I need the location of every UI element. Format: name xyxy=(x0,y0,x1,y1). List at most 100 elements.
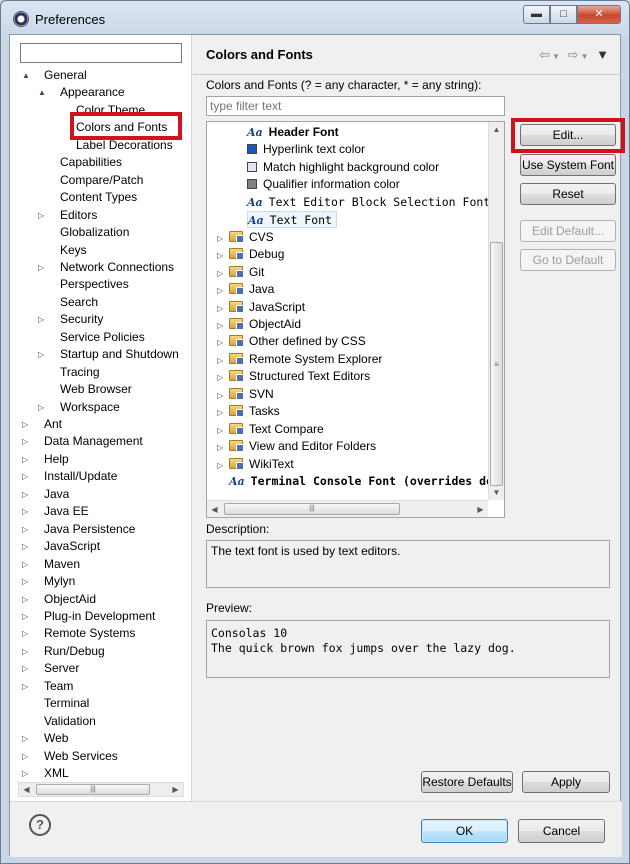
preference-tree-item[interactable]: ▷ Install/Update xyxy=(22,468,117,485)
collapsed-arrow-icon[interactable]: ▷ xyxy=(22,591,32,608)
collapsed-arrow-icon[interactable]: ▷ xyxy=(38,259,48,276)
preference-tree-item[interactable]: ▷ Java xyxy=(22,486,69,503)
collapsed-arrow-icon[interactable]: ▷ xyxy=(22,660,32,677)
collapsed-arrow-icon[interactable]: ▷ xyxy=(22,730,32,747)
collapsed-arrow-icon[interactable]: ▷ xyxy=(217,352,229,369)
collapsed-arrow-icon[interactable]: ▷ xyxy=(217,265,229,282)
collapsed-arrow-icon[interactable]: ▷ xyxy=(22,625,32,642)
collapsed-arrow-icon[interactable]: ▷ xyxy=(22,556,32,573)
preference-tree-item[interactable]: ▷ Editors xyxy=(38,207,97,224)
colors-tree-item[interactable]: ▷ Tasks xyxy=(217,403,280,420)
collapsed-arrow-icon[interactable]: ▷ xyxy=(217,230,229,247)
collapsed-arrow-icon[interactable]: ▷ xyxy=(217,247,229,264)
collapsed-arrow-icon[interactable]: ▷ xyxy=(217,387,229,404)
preference-filter-input[interactable] xyxy=(20,43,182,63)
collapsed-arrow-icon[interactable]: ▷ xyxy=(22,521,32,538)
expanded-arrow-icon[interactable]: ▲ xyxy=(38,84,48,101)
scroll-up-icon[interactable]: ▲ xyxy=(489,122,504,137)
collapsed-arrow-icon[interactable]: ▷ xyxy=(217,369,229,386)
colors-tree-vscroll[interactable]: ▲ ≡ ▼ xyxy=(488,122,504,500)
colors-tree-item[interactable]: Aa Header Font xyxy=(247,124,339,141)
preference-tree-item[interactable]: Search xyxy=(38,294,98,311)
collapsed-arrow-icon[interactable]: ▷ xyxy=(22,451,32,468)
preference-tree-item[interactable]: Perspectives xyxy=(38,276,129,293)
edit-default-button[interactable]: Edit Default... xyxy=(520,220,616,242)
ok-button[interactable]: OK xyxy=(421,819,508,843)
preference-tree-item[interactable]: ▷ Web xyxy=(22,730,68,747)
preference-tree-item[interactable]: ▷ Ant xyxy=(22,416,62,433)
colors-tree-item[interactable]: Match highlight background color xyxy=(247,159,439,176)
collapsed-arrow-icon[interactable]: ▷ xyxy=(22,678,32,695)
collapsed-arrow-icon[interactable]: ▷ xyxy=(22,416,32,433)
collapsed-arrow-icon[interactable]: ▷ xyxy=(22,608,32,625)
preference-tree-item[interactable]: ▷ Workspace xyxy=(38,399,120,416)
colors-tree-item[interactable]: ▷ Git xyxy=(217,264,264,281)
scroll-left-icon[interactable]: ◀ xyxy=(207,502,222,517)
preference-tree-item[interactable]: Tracing xyxy=(38,364,100,381)
preference-tree-item[interactable]: ▷ Team xyxy=(22,678,73,695)
collapsed-arrow-icon[interactable]: ▷ xyxy=(38,399,48,416)
preference-tree-item[interactable]: ▷ Network Connections xyxy=(38,259,174,276)
preference-tree-item[interactable]: ▷ Plug-in Development xyxy=(22,608,155,625)
collapsed-arrow-icon[interactable]: ▷ xyxy=(22,433,32,450)
hscroll-thumb[interactable]: ||| xyxy=(224,503,400,515)
colors-filter-input[interactable] xyxy=(206,96,505,116)
forward-arrow-icon[interactable]: ⇨ xyxy=(568,47,581,62)
preference-tree-item[interactable]: ▷ Security xyxy=(38,311,103,328)
collapsed-arrow-icon[interactable]: ▷ xyxy=(22,573,32,590)
preference-tree-item[interactable]: Validation xyxy=(22,713,96,730)
maximize-button[interactable]: □ xyxy=(550,5,577,24)
collapsed-arrow-icon[interactable]: ▷ xyxy=(22,748,32,765)
colors-tree-item[interactable]: ▷ CVS xyxy=(217,229,274,246)
close-button[interactable]: ✕ xyxy=(577,5,621,24)
colors-tree-item[interactable]: ▷ ObjectAid xyxy=(217,316,301,333)
preference-tree-item[interactable]: ▷ Java EE xyxy=(22,503,89,520)
collapsed-arrow-icon[interactable]: ▷ xyxy=(22,765,32,782)
colors-tree-item[interactable]: Aa Terminal Console Font (overrides de xyxy=(229,473,493,490)
colors-tree-item[interactable]: Qualifier information color xyxy=(247,176,400,193)
help-icon[interactable]: ? xyxy=(29,814,51,836)
colors-tree-item[interactable]: ▷ Java xyxy=(217,281,274,298)
collapsed-arrow-icon[interactable]: ▷ xyxy=(217,282,229,299)
preference-tree-item[interactable]: ▷ Help xyxy=(22,451,69,468)
preference-tree-item[interactable]: Service Policies xyxy=(38,329,145,346)
preference-tree-item[interactable]: Terminal xyxy=(22,695,89,712)
colors-tree-item[interactable]: ▷ View and Editor Folders xyxy=(217,438,376,455)
colors-tree-item[interactable]: ▷ Remote System Explorer xyxy=(217,351,382,368)
collapsed-arrow-icon[interactable]: ▷ xyxy=(217,439,229,456)
collapsed-arrow-icon[interactable]: ▷ xyxy=(38,311,48,328)
colors-tree-item[interactable]: ▷ SVN xyxy=(217,386,274,403)
preference-tree-item[interactable]: ▷ Data Management xyxy=(22,433,143,450)
back-dropdown-icon[interactable]: ▼ xyxy=(552,52,562,61)
colors-tree-item[interactable]: Aa Text Editor Block Selection Font xyxy=(247,194,490,211)
colors-tree-item[interactable]: ▷ Debug xyxy=(217,246,284,263)
forward-dropdown-icon[interactable]: ▼ xyxy=(581,52,591,61)
collapsed-arrow-icon[interactable]: ▷ xyxy=(38,207,48,224)
preference-tree-item[interactable]: ▷ Mylyn xyxy=(22,573,75,590)
collapsed-arrow-icon[interactable]: ▷ xyxy=(22,486,32,503)
collapsed-arrow-icon[interactable]: ▷ xyxy=(22,503,32,520)
preference-tree-item[interactable]: ▷ JavaScript xyxy=(22,538,100,555)
colors-tree-item[interactable]: ▷ WikiText xyxy=(217,456,294,473)
cancel-button[interactable]: Cancel xyxy=(518,819,605,843)
preference-tree-item[interactable]: ▷ Maven xyxy=(22,556,80,573)
scroll-right-icon[interactable]: ▶ xyxy=(473,502,488,517)
collapsed-arrow-icon[interactable]: ▷ xyxy=(217,334,229,351)
vscroll-thumb[interactable]: ≡ xyxy=(490,242,503,486)
preference-tree-item[interactable]: ▷ Run/Debug xyxy=(22,643,105,660)
colors-tree-item[interactable]: ▷ Structured Text Editors xyxy=(217,368,370,385)
collapsed-arrow-icon[interactable]: ▷ xyxy=(38,346,48,363)
preference-tree-item[interactable]: ▷ Java Persistence xyxy=(22,521,135,538)
scroll-right-icon[interactable]: ▶ xyxy=(168,783,183,796)
use-system-font-button[interactable]: Use System Font xyxy=(520,154,616,176)
preference-tree-item[interactable]: Capabilities xyxy=(38,154,122,171)
preference-tree-item[interactable]: ▷ Web Services xyxy=(22,748,118,765)
colors-tree-hscroll[interactable]: ◀ ||| ▶ xyxy=(207,500,488,517)
collapsed-arrow-icon[interactable]: ▷ xyxy=(22,468,32,485)
preference-tree-item[interactable]: ▷ Server xyxy=(22,660,79,677)
preference-tree-hscroll[interactable]: ◀ ||| ▶ xyxy=(18,782,184,797)
colors-tree-item[interactable]: Hyperlink text color xyxy=(247,141,365,158)
preference-tree-item[interactable]: ▷ XML xyxy=(22,765,69,782)
preference-tree-item[interactable]: ▷ Startup and Shutdown xyxy=(38,346,179,363)
minimize-button[interactable]: ▬ xyxy=(523,5,550,24)
